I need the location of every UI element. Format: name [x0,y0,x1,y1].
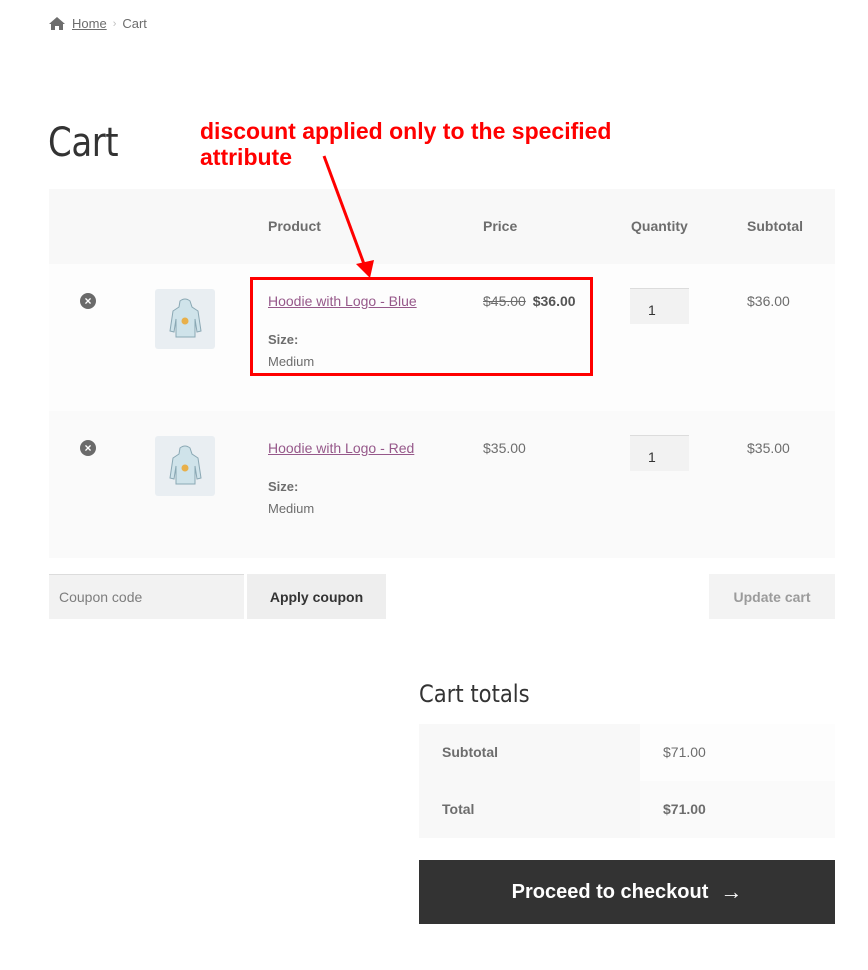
totals-total-label: Total [419,781,640,838]
breadcrumb-home-link[interactable]: Home [72,16,107,31]
item-subtotal: $35.00 [747,440,790,456]
breadcrumb-separator: › [112,17,117,30]
product-link[interactable]: Hoodie with Logo - Blue [268,293,417,309]
product-thumbnail[interactable] [155,436,215,496]
header-quantity: Quantity [631,218,688,234]
cart-table: Product Price Quantity Subtotal × Hoodie… [49,189,835,558]
item-price: $35.00 [483,440,526,456]
apply-coupon-button[interactable]: Apply coupon [247,574,386,619]
page-title: Cart [48,120,119,166]
hoodie-icon [169,298,202,338]
attribute-value: Medium [268,501,315,516]
cart-row: × Hoodie with Logo - Red Size: Medium $3… [49,411,835,558]
totals-total-value: $71.00 [640,781,835,838]
cart-row: × Hoodie with Logo - Blue Size: Medium $… [49,264,835,411]
item-price: $45.00 $36.00 [483,293,576,309]
totals-subtotal-label: Subtotal [419,724,640,781]
home-icon [49,17,65,30]
header-subtotal: Subtotal [747,218,803,234]
update-cart-button[interactable]: Update cart [709,574,835,619]
arrow-right-icon: → [720,879,743,904]
product-thumbnail[interactable] [155,289,215,349]
breadcrumb: Home › Cart [49,16,147,31]
regular-price: $45.00 [483,293,526,309]
cart-totals-table: Subtotal $71.00 Total $71.00 [419,724,835,838]
coupon-code-input[interactable] [49,574,244,619]
cart-totals-title: Cart totals [419,680,530,708]
cart-table-header: Product Price Quantity Subtotal [49,189,835,264]
checkout-label: Proceed to checkout [511,880,709,903]
sale-price: $36.00 [532,293,576,309]
header-product: Product [268,218,321,234]
annotation-text: discount applied only to the specified a… [200,118,612,170]
product-link[interactable]: Hoodie with Logo - Red [268,440,414,456]
quantity-input[interactable] [630,288,689,324]
header-price: Price [483,218,518,234]
item-subtotal: $36.00 [747,293,790,309]
attribute-label: Size: [268,332,299,347]
attribute-value: Medium [268,354,315,369]
totals-total-row: Total $71.00 [419,781,835,838]
attribute-label: Size: [268,479,299,494]
quantity-input[interactable] [630,435,689,471]
totals-subtotal-row: Subtotal $71.00 [419,724,835,781]
remove-item-icon[interactable]: × [80,293,96,309]
remove-item-icon[interactable]: × [80,440,96,456]
hoodie-icon [169,445,202,485]
proceed-to-checkout-button[interactable]: Proceed to checkout → [419,860,835,924]
totals-subtotal-value: $71.00 [640,724,835,781]
breadcrumb-current: Cart [122,16,147,31]
